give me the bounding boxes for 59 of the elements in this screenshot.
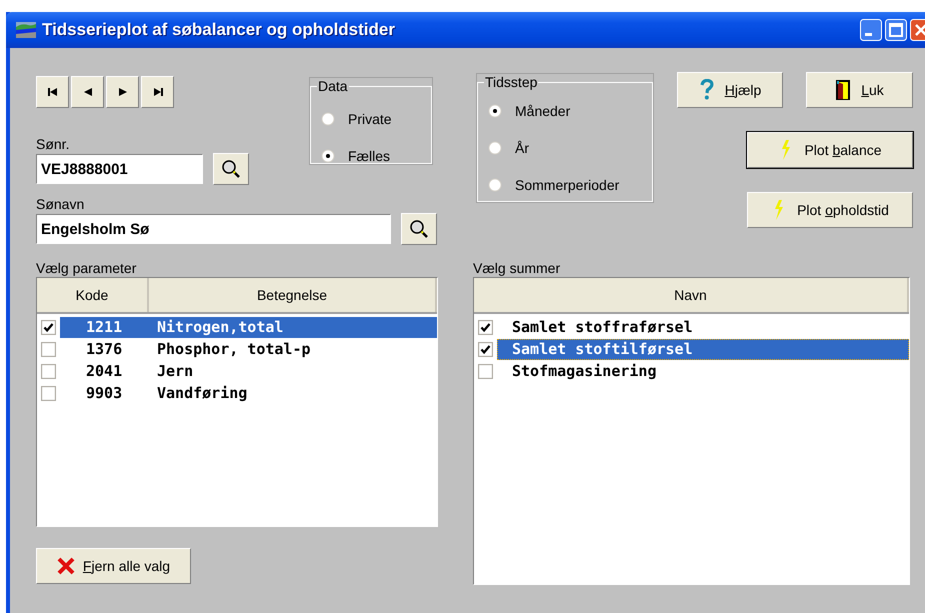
right-triangle-icon — [116, 87, 128, 97]
radio-button[interactable] — [321, 148, 335, 162]
search-icon — [409, 219, 429, 239]
radio-button[interactable] — [488, 104, 502, 118]
list-label: Vælg parameter — [36, 260, 138, 277]
clear-button[interactable]: Fjern alle valg — [36, 548, 191, 584]
search-button[interactable] — [401, 213, 437, 245]
navigation-button[interactable] — [106, 76, 139, 108]
field-label: Sønr. — [36, 136, 70, 153]
column-header[interactable]: Betegnelse — [149, 278, 437, 312]
list-row[interactable]: 9903 Vandføring — [60, 382, 437, 404]
landscape-icon — [16, 22, 36, 38]
field-label: Sønavn — [36, 196, 86, 213]
checkbox[interactable] — [41, 342, 56, 356]
list-row[interactable]: Samlet stoffraførsel — [497, 316, 909, 338]
help-button[interactable]: Hjælp — [677, 72, 783, 108]
list-row[interactable]: 1211 Nitrogen,total — [60, 316, 437, 338]
skip-back-icon — [46, 87, 58, 97]
navigation-button[interactable] — [36, 76, 69, 108]
input-field[interactable]: Engelsholm Sø — [36, 214, 391, 244]
maximize-button[interactable] — [885, 19, 907, 41]
checkbox[interactable] — [478, 320, 493, 334]
search-icon — [221, 159, 241, 179]
list-row[interactable]: 1376 Phosphor, total-p — [60, 338, 437, 360]
list-row[interactable]: 2041 Jern — [60, 360, 437, 382]
input-field[interactable]: VEJ8888001 — [36, 154, 203, 184]
cross-icon — [56, 557, 75, 575]
checkbox[interactable] — [41, 320, 56, 334]
radio-button[interactable] — [488, 140, 502, 154]
checkbox[interactable] — [41, 386, 56, 400]
minimize-button[interactable] — [860, 19, 882, 41]
checkbox[interactable] — [478, 342, 493, 356]
skip-forward-icon — [152, 87, 164, 97]
radio-label[interactable]: Sommerperioder — [515, 176, 620, 192]
checkbox[interactable] — [478, 364, 493, 378]
list-row[interactable]: Stofmagasinering — [497, 360, 909, 382]
left-triangle-icon — [82, 87, 94, 97]
radio-label[interactable]: Private — [348, 110, 392, 126]
column-header[interactable]: Kode — [37, 278, 149, 312]
radio-label[interactable]: Fælles — [348, 148, 390, 164]
window-title: Tidsserieplot af søbalancer og opholdstider — [42, 20, 396, 40]
radio-label[interactable]: År — [515, 140, 529, 156]
navigation-button[interactable] — [141, 76, 174, 108]
radio-label[interactable]: Måneder — [515, 102, 570, 118]
navigation-button[interactable] — [71, 76, 104, 108]
search-button[interactable] — [213, 153, 249, 185]
door-icon — [835, 79, 852, 101]
group-title: Data — [317, 78, 349, 94]
list-label: Vælg summer — [473, 260, 562, 277]
plot-button[interactable]: Plot balance — [747, 132, 913, 168]
plot-button[interactable]: Plot opholdstid — [747, 192, 913, 228]
checkbox[interactable] — [41, 364, 56, 378]
list-row[interactable]: Samlet stoftilførsel — [497, 338, 909, 360]
radio-button[interactable] — [488, 178, 502, 192]
radio-button[interactable] — [321, 112, 335, 126]
close-button[interactable]: Luk — [806, 72, 913, 108]
column-header[interactable]: Navn — [474, 278, 909, 312]
group-title: Tidsstep — [484, 74, 538, 90]
question-mark-icon — [698, 79, 715, 101]
